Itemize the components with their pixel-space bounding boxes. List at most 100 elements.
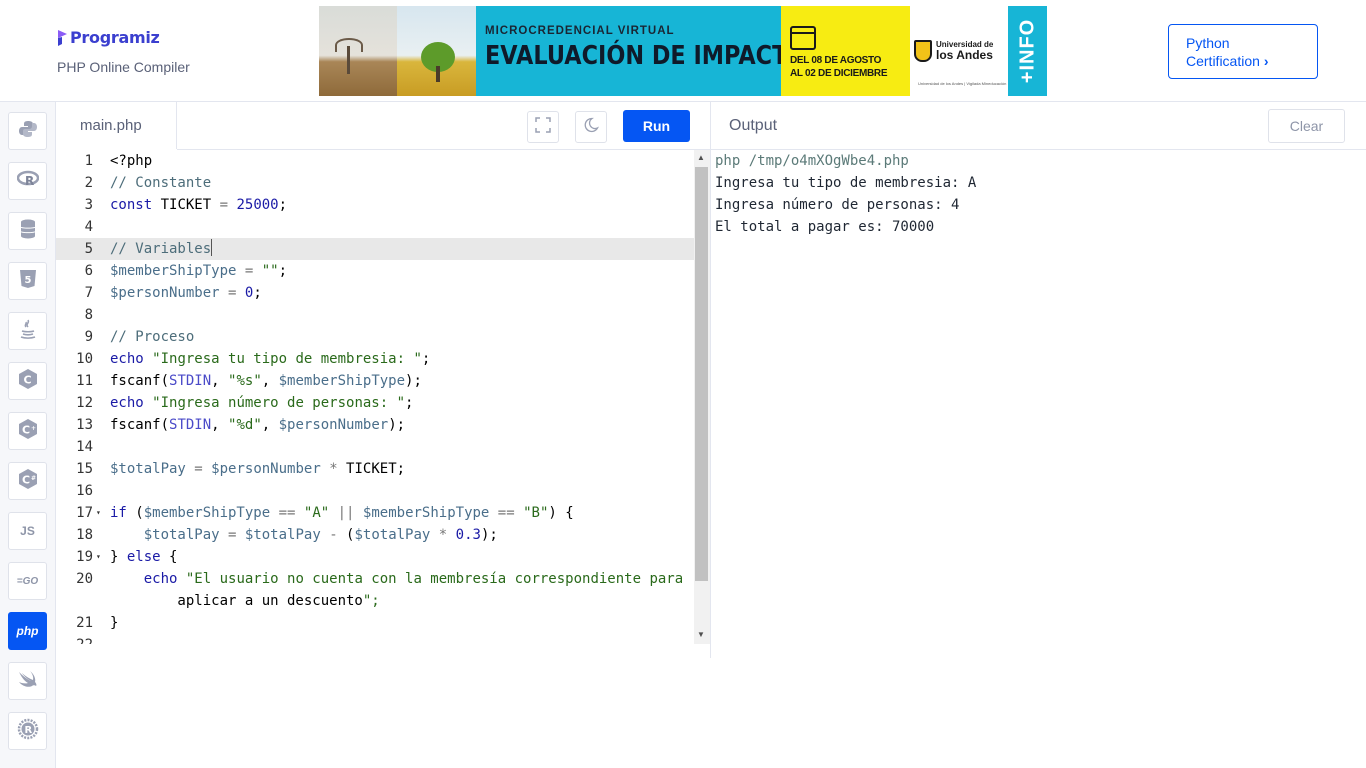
- code-text: // Constante: [110, 175, 212, 191]
- code-line[interactable]: 2 // Constante: [56, 172, 694, 194]
- code-text: fscanf(STDIN, "%s", $memberShipType);: [110, 373, 422, 389]
- code-line[interactable]: 15 $totalPay = $personNumber * TICKET;: [56, 458, 694, 480]
- line-number: 19: [76, 549, 93, 565]
- language-sidebar: R 5 C C + C # JS =GO php R: [0, 102, 56, 768]
- code-line[interactable]: 4: [56, 216, 694, 238]
- scroll-up-arrow-icon[interactable]: ▲: [697, 153, 705, 162]
- chevron-right-icon: ›: [1263, 53, 1269, 69]
- sidebar-item-c[interactable]: C: [8, 362, 47, 400]
- code-line[interactable]: 21}: [56, 612, 694, 634]
- sidebar-item-python[interactable]: [8, 112, 47, 150]
- tab-main-php[interactable]: main.php: [56, 102, 177, 150]
- code-text: echo "El usuario no cuenta con la membre…: [143, 571, 684, 587]
- code-line[interactable]: 19 ▾} else {: [56, 546, 694, 568]
- php-icon: php: [16, 624, 39, 638]
- svg-text:+: +: [31, 425, 36, 432]
- sidebar-item-r[interactable]: R: [8, 162, 47, 200]
- python-certification-button[interactable]: Python Certification ›: [1168, 24, 1318, 79]
- code-text: $totalPay = $totalPay - ($totalPay * 0.3…: [143, 527, 498, 543]
- code-line[interactable]: 17 ▾ if ($memberShipType == "A" || $member…: [56, 502, 694, 524]
- line-number: 11: [76, 373, 93, 389]
- fullscreen-button[interactable]: [527, 111, 559, 143]
- code-line[interactable]: 11 fscanf(STDIN, "%s", $memberShipType);: [56, 370, 694, 392]
- uni-footer: Universidad de los Andes | Vigilada Mine…: [918, 81, 1007, 86]
- code-line[interactable]: 8: [56, 304, 694, 326]
- code-line[interactable]: 5 // Variables: [56, 238, 694, 260]
- dark-mode-button[interactable]: [575, 111, 607, 143]
- code-line[interactable]: 18 $totalPay = $totalPay - ($totalPay * …: [56, 524, 694, 546]
- line-number: 17: [76, 505, 93, 521]
- code-text: // Variables: [110, 239, 213, 257]
- code-line[interactable]: 3 const TICKET = 25000;: [56, 194, 694, 216]
- sidebar-item-sql[interactable]: [8, 212, 47, 250]
- r-icon: R: [16, 170, 39, 193]
- scroll-down-arrow-icon[interactable]: ▼: [697, 630, 705, 639]
- code-line[interactable]: aplicar a un descuento";: [56, 590, 694, 612]
- ad-university-block: Universidad de los Andes Universidad de …: [910, 6, 1008, 96]
- ad-dates-line1: DEL 08 DE AGOSTO: [790, 55, 882, 66]
- programiz-logo[interactable]: Programiz: [57, 28, 160, 47]
- ad-banner[interactable]: MICROCREDENCIAL VIRTUAL EVALUACIÓN DE IM…: [319, 6, 1047, 96]
- code-text: echo "Ingresa número de personas: ";: [110, 395, 414, 411]
- output-console[interactable]: php /tmp/o4mXOgWbe4.php Ingresa tu tipo d…: [711, 150, 1366, 650]
- sidebar-item-javascript[interactable]: JS: [8, 512, 47, 550]
- line-number: 21: [76, 615, 93, 631]
- sidebar-item-go[interactable]: =GO: [8, 562, 47, 600]
- clear-button[interactable]: Clear: [1268, 109, 1345, 143]
- line-number: 6: [84, 263, 93, 279]
- js-icon: JS: [20, 524, 35, 538]
- ad-headline: EVALUACIÓN DE IMPACTO: [485, 41, 807, 71]
- page-subtitle: PHP Online Compiler: [57, 59, 190, 75]
- html5-icon: 5: [19, 269, 37, 294]
- svg-text:C: C: [22, 473, 30, 486]
- code-line[interactable]: 7 $personNumber = 0;: [56, 282, 694, 304]
- ad-dates-block: DEL 08 DE AGOSTO AL 02 DE DICIEMBRE: [781, 6, 910, 96]
- code-text: <?php: [110, 153, 153, 169]
- ad-kicker: MICROCREDENCIAL VIRTUAL: [485, 25, 675, 37]
- code-text: }: [110, 615, 119, 631]
- rust-icon: R: [17, 718, 39, 745]
- code-line[interactable]: 10 echo "Ingresa tu tipo de membresia: ";: [56, 348, 694, 370]
- code-line[interactable]: 20 echo "El usuario no cuenta con la mem…: [56, 568, 694, 590]
- code-line[interactable]: 16: [56, 480, 694, 502]
- output-line: El total a pagar es: 70000: [715, 219, 935, 235]
- uni-line2: los Andes: [936, 48, 993, 62]
- run-button[interactable]: Run: [623, 110, 690, 142]
- output-line: Ingresa tu tipo de membresia: A: [715, 175, 977, 191]
- editor-scrollbar[interactable]: ▲ ▼: [694, 150, 710, 644]
- scrollbar-thumb[interactable]: [695, 167, 708, 581]
- output-line: Ingresa número de personas: 4: [715, 197, 960, 213]
- moon-icon: [583, 117, 600, 138]
- svg-text:C: C: [23, 373, 31, 386]
- ad-info-button[interactable]: +INFO: [1008, 6, 1047, 96]
- file-tab-label: main.php: [80, 117, 142, 134]
- code-text: fscanf(STDIN, "%d", $personNumber);: [110, 417, 406, 433]
- code-editor[interactable]: 1 <?php 2 // Constante 3 const TICKET = 25000…: [56, 150, 694, 644]
- sidebar-item-csharp[interactable]: C #: [8, 462, 47, 500]
- code-text: $personNumber = 0;: [110, 285, 262, 301]
- sidebar-item-swift[interactable]: [8, 662, 47, 700]
- code-text: $memberShipType = "";: [110, 263, 288, 279]
- code-line[interactable]: 6 $memberShipType = "";: [56, 260, 694, 282]
- line-number: 1: [84, 153, 93, 169]
- fold-toggle-icon[interactable]: ▾: [96, 502, 101, 524]
- code-line[interactable]: 1 <?php: [56, 150, 694, 172]
- output-command-line: php /tmp/o4mXOgWbe4.php: [715, 153, 909, 169]
- sidebar-item-java[interactable]: [8, 312, 47, 350]
- code-text: $totalPay = $personNumber * TICKET;: [110, 461, 406, 477]
- code-line[interactable]: 13 fscanf(STDIN, "%d", $personNumber);: [56, 414, 694, 436]
- sidebar-item-rust[interactable]: R: [8, 712, 47, 750]
- sidebar-item-php[interactable]: php: [8, 612, 47, 650]
- code-text: // Proceso: [110, 329, 195, 345]
- svg-text:R: R: [24, 725, 32, 736]
- code-line[interactable]: 14: [56, 436, 694, 458]
- sidebar-item-html[interactable]: 5: [8, 262, 47, 300]
- code-line[interactable]: 9 // Proceso: [56, 326, 694, 348]
- ad-dates-line2: AL 02 DE DICIEMBRE: [790, 68, 888, 79]
- code-line[interactable]: 22: [56, 634, 694, 644]
- top-header: Programiz PHP Online Compiler MICROCREDE…: [0, 0, 1366, 102]
- line-number: 20: [76, 571, 93, 587]
- fold-toggle-icon[interactable]: ▾: [96, 546, 101, 568]
- sidebar-item-cpp[interactable]: C +: [8, 412, 47, 450]
- code-line[interactable]: 12 echo "Ingresa número de personas: ";: [56, 392, 694, 414]
